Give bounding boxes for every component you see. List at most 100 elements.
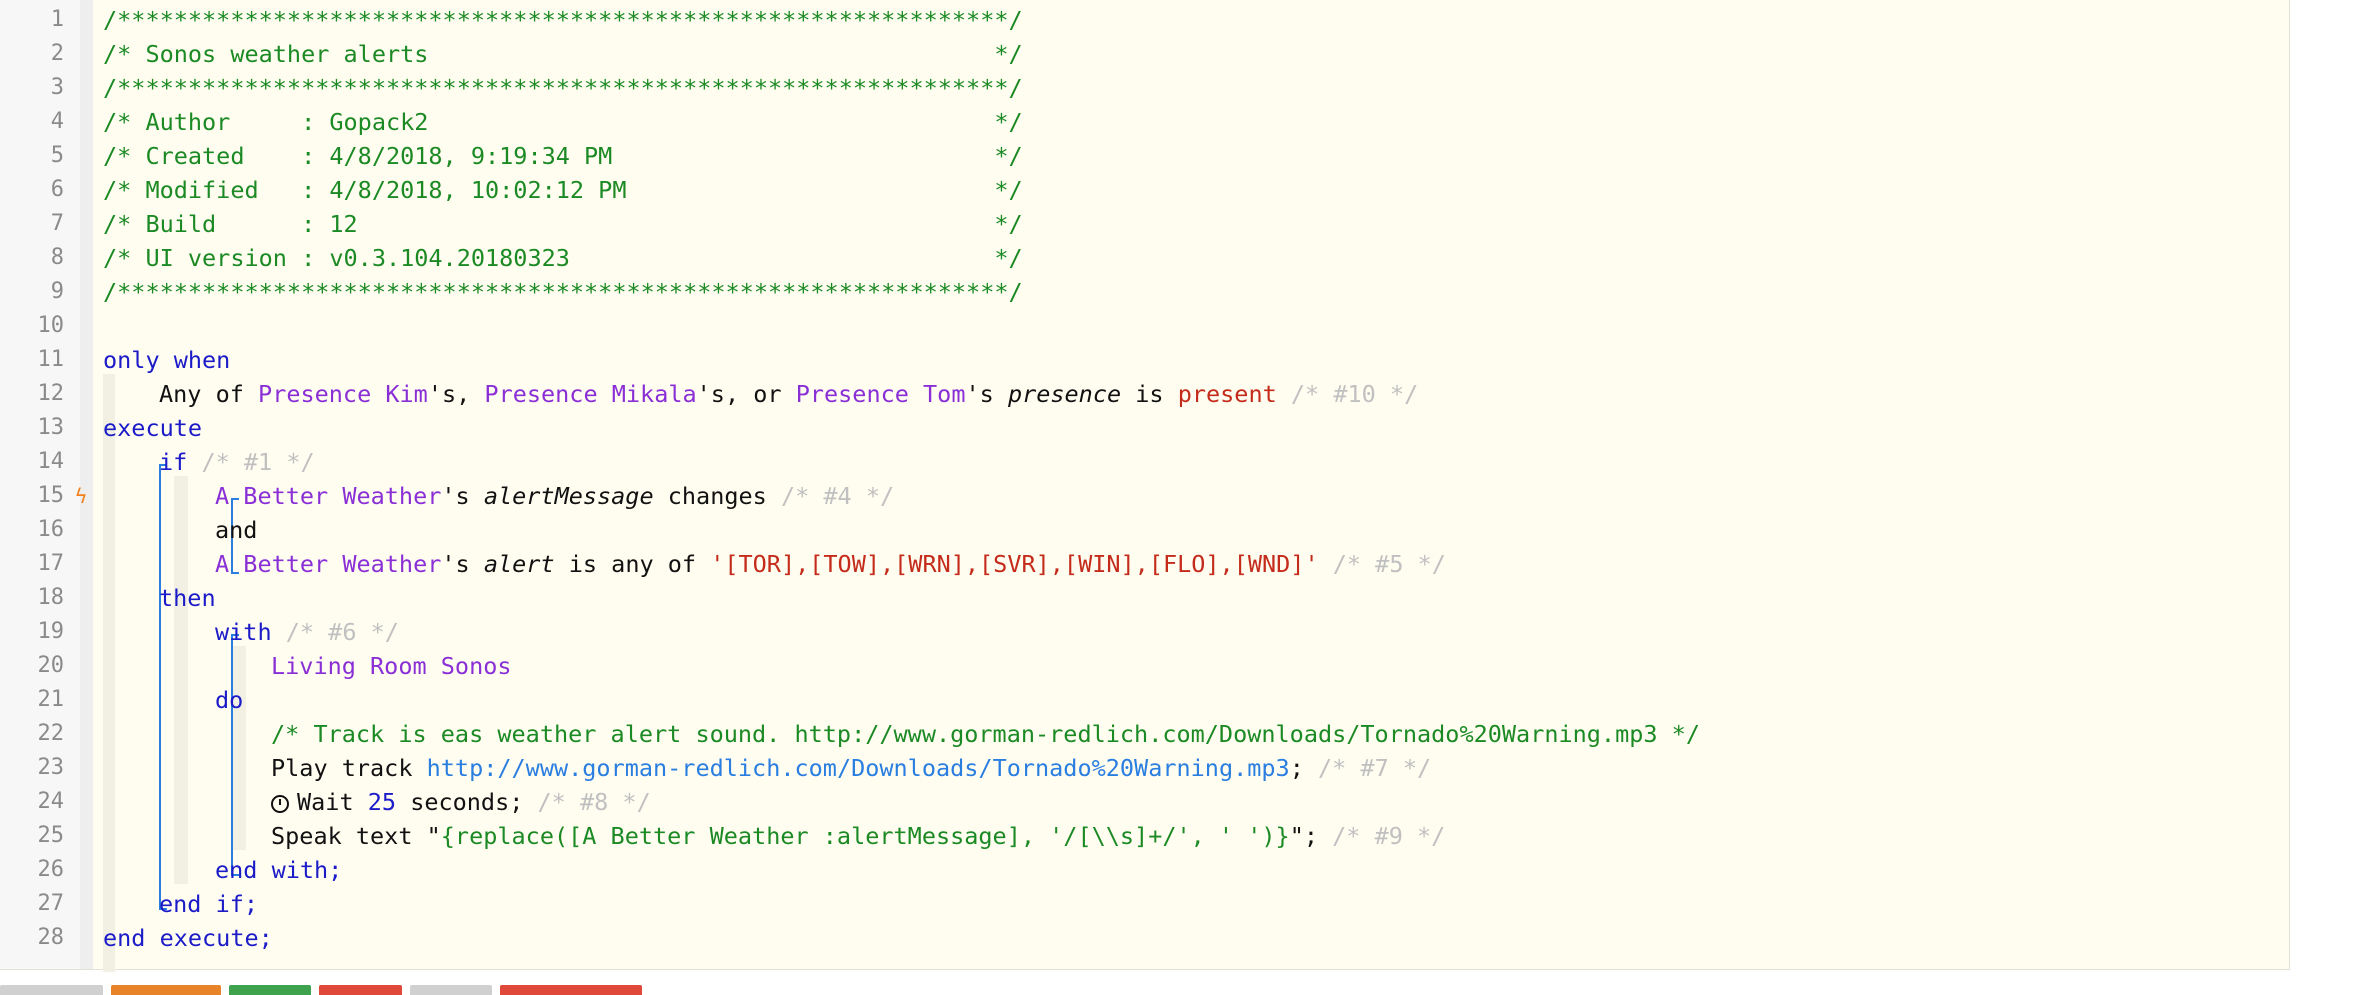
line-number: 11 bbox=[37, 347, 65, 372]
code-token: Presence Kim bbox=[258, 380, 428, 408]
code-line: 26 end with; bbox=[0, 853, 2289, 887]
clock-icon bbox=[271, 795, 289, 813]
code-line: 23 Play track http://www.gorman-redlich.c… bbox=[0, 751, 2289, 785]
code-token: /* Author : Gopack2 */ bbox=[103, 108, 1023, 136]
line-number: 9 bbox=[50, 279, 64, 304]
code-line: 2 /* Sonos weather alerts */ bbox=[0, 37, 2289, 71]
code-token: 's, bbox=[427, 380, 485, 408]
code-text[interactable]: /* UI version : v0.3.104.20180323 */ bbox=[103, 241, 1023, 275]
code-token: and bbox=[215, 516, 258, 544]
line-number: 4 bbox=[50, 109, 64, 134]
code-text[interactable]: A Better Weather's alert is any of '[TOR… bbox=[215, 547, 1446, 581]
code-line: 24 Wait 25 seconds; /* #8 */ bbox=[0, 785, 2289, 819]
code-token: alertMessage bbox=[483, 482, 654, 510]
code-token: /* UI version : v0.3.104.20180323 */ bbox=[103, 244, 1023, 272]
code-text[interactable]: with /* #6 */ bbox=[215, 615, 399, 649]
code-text[interactable]: /* Author : Gopack2 */ bbox=[103, 105, 1023, 139]
code-line: 12 Any of Presence Kim's, Presence Mikala… bbox=[0, 377, 2289, 411]
code-text[interactable]: do bbox=[215, 683, 243, 717]
code-token: execute bbox=[103, 414, 203, 442]
code-token: A Better Weather bbox=[215, 550, 442, 578]
code-token: end execute; bbox=[103, 924, 273, 952]
code-token: /* #1 */ bbox=[187, 448, 315, 476]
code-token: 's, or bbox=[696, 380, 796, 408]
code-token: Any of bbox=[159, 380, 259, 408]
line-number: 22 bbox=[37, 721, 65, 746]
code-token: /* Modified : 4/8/2018, 10:02:12 PM */ bbox=[103, 176, 1023, 204]
line-number: 27 bbox=[37, 891, 65, 916]
tab-2[interactable] bbox=[111, 985, 221, 995]
code-line: 9 /**************************************… bbox=[0, 275, 2289, 309]
tab-5[interactable] bbox=[410, 985, 492, 995]
code-token: /* #10 */ bbox=[1276, 380, 1419, 408]
code-token: 25 bbox=[367, 788, 397, 816]
code-text[interactable]: end execute; bbox=[103, 921, 273, 955]
code-line: 27 end if; bbox=[0, 887, 2289, 921]
code-token: /* #8 */ bbox=[523, 788, 651, 816]
code-text[interactable]: /* Created : 4/8/2018, 9:19:34 PM */ bbox=[103, 139, 1023, 173]
code-text[interactable]: /* Modified : 4/8/2018, 10:02:12 PM */ bbox=[103, 173, 1023, 207]
line-number: 13 bbox=[37, 415, 65, 440]
line-number: 10 bbox=[37, 313, 65, 338]
tab-6[interactable] bbox=[500, 985, 642, 995]
line-number: 6 bbox=[50, 177, 64, 202]
code-text[interactable]: execute bbox=[103, 411, 202, 445]
code-text[interactable]: A Better Weather's alertMessage changes … bbox=[215, 479, 894, 513]
line-number: 24 bbox=[37, 789, 65, 814]
line-number: 16 bbox=[37, 517, 65, 542]
code-text[interactable]: and bbox=[215, 513, 257, 547]
code-text[interactable]: if /* #1 */ bbox=[159, 445, 315, 479]
tab-1[interactable] bbox=[0, 985, 103, 995]
tab-4[interactable] bbox=[319, 985, 402, 995]
code-line: 4 /* Author : Gopack2 */ bbox=[0, 105, 2289, 139]
code-token: present bbox=[1177, 380, 1277, 408]
code-text[interactable]: end if; bbox=[159, 887, 258, 921]
code-token: if bbox=[159, 448, 188, 476]
code-line: 10 bbox=[0, 309, 2289, 343]
code-line: 19 with /* #6 */ bbox=[0, 615, 2289, 649]
code-text[interactable]: /* Sonos weather alerts */ bbox=[103, 37, 1023, 71]
code-text[interactable]: end with; bbox=[215, 853, 342, 887]
line-number: 26 bbox=[37, 857, 65, 882]
code-text[interactable]: Wait 25 seconds; /* #8 */ bbox=[271, 785, 651, 819]
code-token: /* Created : 4/8/2018, 9:19:34 PM */ bbox=[103, 142, 1023, 170]
line-number: 18 bbox=[37, 585, 65, 610]
code-line: 16 and bbox=[0, 513, 2289, 547]
code-text[interactable]: Play track http://www.gorman-redlich.com… bbox=[271, 751, 1431, 785]
code-token: Living Room Sonos bbox=[271, 652, 512, 680]
code-token: ; bbox=[1289, 754, 1304, 782]
line-number: 19 bbox=[37, 619, 65, 644]
code-text[interactable]: Speak text "{replace([A Better Weather :… bbox=[271, 819, 1445, 853]
code-token: http://www.gorman-redlich.com/Downloads/… bbox=[426, 754, 1290, 782]
code-line: 8 /* UI version : v0.3.104.20180323 */ bbox=[0, 241, 2289, 275]
line-number: 2 bbox=[50, 41, 64, 66]
code-line: 11 only when bbox=[0, 343, 2289, 377]
code-line: 25 Speak text "{replace([A Better Weather… bbox=[0, 819, 2289, 853]
code-text[interactable]: /***************************************… bbox=[103, 3, 1023, 37]
code-text[interactable]: /* Build : 12 */ bbox=[103, 207, 1023, 241]
code-token: /***************************************… bbox=[103, 74, 1023, 102]
code-token: end with; bbox=[215, 856, 343, 884]
code-line: 28 end execute; bbox=[0, 921, 2289, 955]
line-number: 14 bbox=[37, 449, 65, 474]
code-text[interactable]: then bbox=[159, 581, 216, 615]
code-text[interactable]: Living Room Sonos bbox=[271, 649, 512, 683]
line-number: 20 bbox=[37, 653, 65, 678]
code-token: with bbox=[215, 618, 272, 646]
code-text[interactable]: Any of Presence Kim's, Presence Mikala's… bbox=[159, 377, 1418, 411]
tab-3[interactable] bbox=[229, 985, 311, 995]
code-token: '[TOR],[TOW],[WRN],[SVR],[WIN],[FLO],[WN… bbox=[710, 550, 1319, 578]
code-token: then bbox=[159, 584, 216, 612]
code-text[interactable]: /***************************************… bbox=[103, 275, 1023, 309]
code-text[interactable]: only when bbox=[103, 343, 230, 377]
code-text[interactable]: /***************************************… bbox=[103, 71, 1023, 105]
code-token: 's bbox=[965, 380, 1008, 408]
code-line: 17 A Better Weather's alert is any of '[T… bbox=[0, 547, 2289, 581]
code-token: Play track bbox=[271, 754, 427, 782]
line-number: 8 bbox=[50, 245, 64, 270]
code-text[interactable]: /* Track is eas weather alert sound. htt… bbox=[271, 717, 1700, 751]
code-line: 21 do bbox=[0, 683, 2289, 717]
code-editor[interactable]: 1 /**************************************… bbox=[0, 0, 2290, 972]
code-token: "; bbox=[1289, 822, 1318, 850]
trigger-bolt-icon: ϟ bbox=[75, 484, 88, 508]
